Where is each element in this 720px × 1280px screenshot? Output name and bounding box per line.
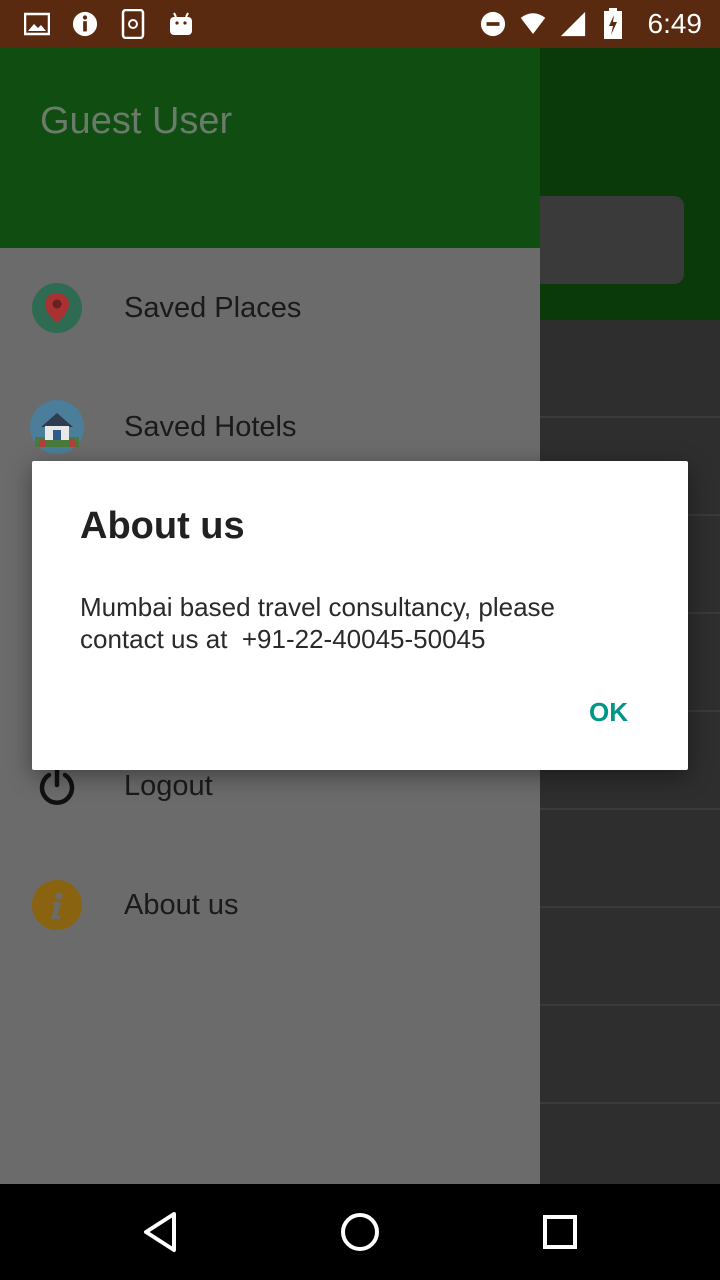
battery-charging-icon	[600, 8, 626, 39]
recents-icon[interactable]	[532, 1204, 588, 1260]
image-icon	[24, 11, 50, 37]
dialog-message: Mumbai based travel consultancy, please …	[80, 592, 555, 654]
info-icon	[72, 11, 98, 37]
android-icon	[168, 11, 194, 37]
back-icon[interactable]	[132, 1204, 188, 1260]
system-nav-bar	[0, 1184, 720, 1280]
status-time: 6:49	[647, 8, 703, 39]
status-bar: 6:49	[0, 0, 720, 48]
cell-signal-icon	[560, 11, 586, 37]
do-not-disturb-icon	[480, 11, 506, 37]
home-icon[interactable]	[332, 1204, 388, 1260]
about-dialog: About us Mumbai based travel consultancy…	[32, 461, 688, 770]
dialog-title: About us	[80, 505, 245, 547]
ok-button[interactable]: OK	[579, 693, 638, 732]
phone-sync-icon	[120, 9, 146, 39]
wifi-icon	[520, 11, 546, 37]
